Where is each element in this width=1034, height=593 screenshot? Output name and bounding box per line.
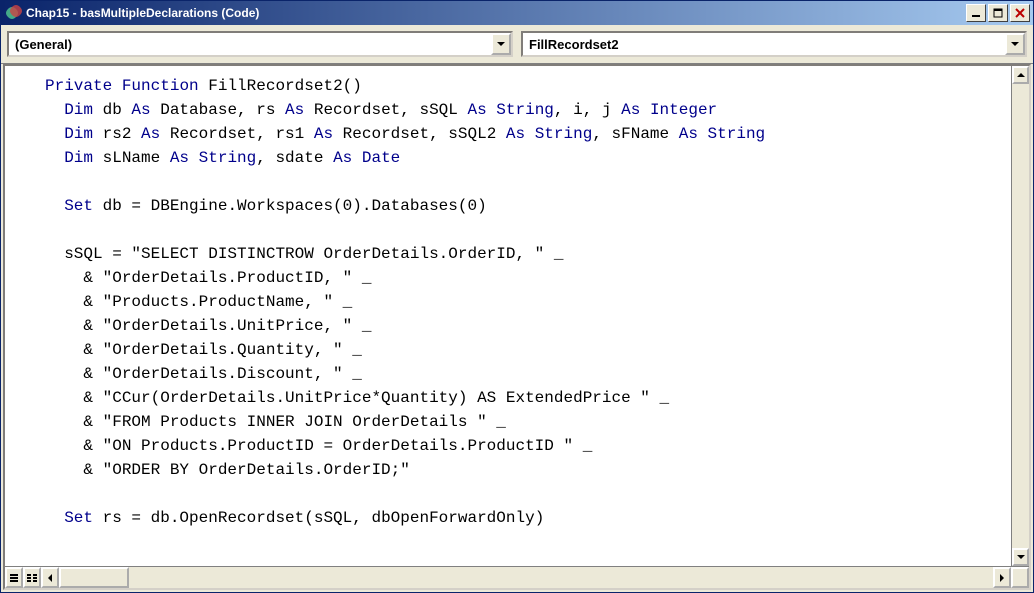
bottom-bar bbox=[5, 566, 1029, 588]
procedure-dropdown[interactable]: FillRecordset2 bbox=[521, 31, 1027, 57]
code-window: Chap15 - basMultipleDeclarations (Code) … bbox=[0, 0, 1034, 593]
titlebar[interactable]: Chap15 - basMultipleDeclarations (Code) bbox=[1, 1, 1033, 25]
full-module-view-button[interactable] bbox=[23, 567, 41, 588]
close-button[interactable] bbox=[1010, 4, 1030, 22]
scope-dropdown[interactable]: (General) bbox=[7, 31, 513, 57]
dropdown-bar: (General) FillRecordset2 bbox=[1, 25, 1033, 64]
window-controls bbox=[966, 4, 1030, 22]
scroll-down-button[interactable] bbox=[1012, 548, 1029, 566]
chevron-down-icon[interactable] bbox=[491, 33, 511, 55]
app-icon bbox=[6, 5, 22, 21]
scroll-track[interactable] bbox=[1012, 84, 1029, 548]
window-title: Chap15 - basMultipleDeclarations (Code) bbox=[26, 6, 966, 20]
scroll-corner bbox=[1011, 567, 1029, 588]
procedure-view-button[interactable] bbox=[5, 567, 23, 588]
scroll-left-button[interactable] bbox=[41, 567, 59, 588]
code-text[interactable]: Private Function FillRecordset2() Dim db… bbox=[5, 66, 1011, 566]
scroll-up-button[interactable] bbox=[1012, 66, 1029, 84]
procedure-dropdown-value: FillRecordset2 bbox=[529, 37, 619, 52]
chevron-down-icon[interactable] bbox=[1005, 33, 1025, 55]
scroll-thumb[interactable] bbox=[59, 567, 129, 588]
maximize-button[interactable] bbox=[988, 4, 1008, 22]
scope-dropdown-value: (General) bbox=[15, 37, 72, 52]
scroll-track[interactable] bbox=[129, 567, 993, 588]
minimize-button[interactable] bbox=[966, 4, 986, 22]
horizontal-scrollbar[interactable] bbox=[41, 567, 1011, 588]
code-editor: Private Function FillRecordset2() Dim db… bbox=[3, 64, 1031, 590]
vertical-scrollbar[interactable] bbox=[1011, 66, 1029, 566]
scroll-right-button[interactable] bbox=[993, 567, 1011, 588]
